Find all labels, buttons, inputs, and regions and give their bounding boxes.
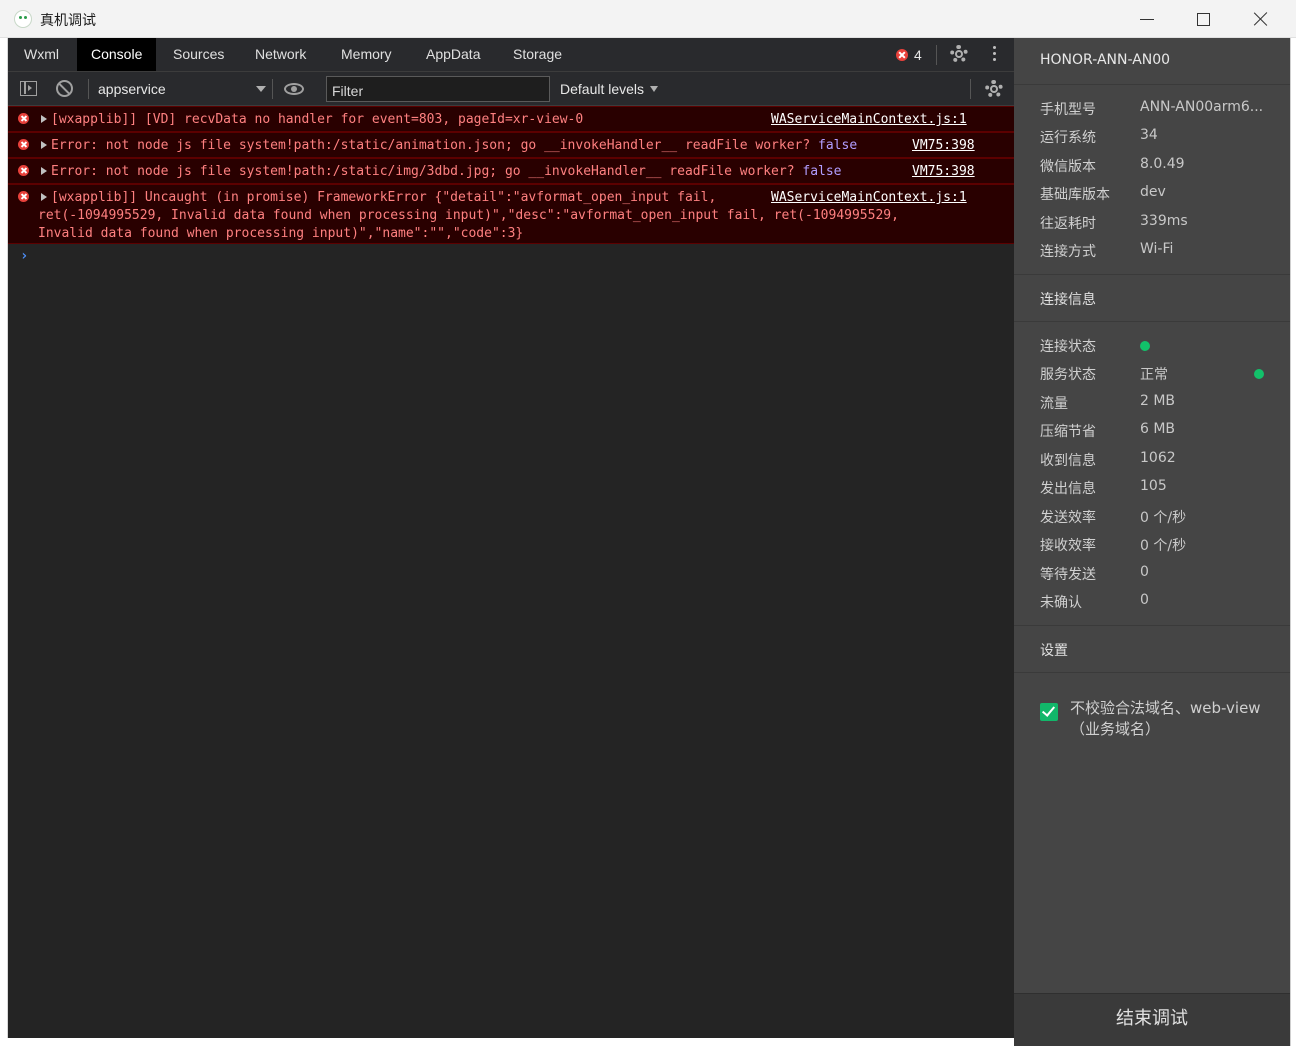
connection-status-dot-icon	[1140, 341, 1150, 351]
conn-row: 等待发送 0	[1040, 564, 1149, 583]
info-row: 手机型号 ANN-AN00arm6...	[1040, 99, 1264, 118]
conn-row: 未确认 0	[1040, 592, 1149, 611]
console-prompt-icon[interactable]: ›	[20, 248, 28, 264]
live-expression-eye-icon[interactable]	[284, 83, 304, 95]
console-error-message[interactable]: Error: not node js file system!path:/sta…	[8, 158, 1014, 184]
expand-triangle-icon[interactable]	[41, 167, 47, 175]
message-text: Error: not node js file system!path:/sta…	[51, 164, 842, 179]
context-value: appservice	[98, 81, 166, 97]
divider	[1014, 672, 1290, 673]
error-count-badge[interactable]: 4	[896, 46, 922, 64]
conn-row: 发送效率 0 个/秒	[1040, 510, 1187, 526]
more-options-icon[interactable]	[993, 46, 997, 64]
source-link[interactable]: WAServiceMainContext.js:1	[771, 189, 967, 207]
title-bar: 真机调试	[0, 0, 1296, 38]
devtools-tab-bar: Wxml Console Sources Network Memory AppD…	[8, 38, 1014, 72]
console-error-message[interactable]: [wxapplib]] Uncaught (in promise) Framew…	[8, 184, 1014, 244]
info-row: 基础库版本 dev	[1040, 184, 1166, 203]
divider	[272, 79, 273, 99]
divider	[88, 79, 89, 99]
device-name: HONOR-ANN-AN00	[1040, 52, 1171, 68]
close-icon	[1253, 11, 1269, 27]
divider	[936, 45, 937, 65]
dropdown-arrow-icon	[256, 86, 266, 92]
close-button[interactable]	[1232, 0, 1290, 38]
divider	[1014, 274, 1290, 275]
divider	[1014, 625, 1290, 626]
tab-sources[interactable]: Sources	[159, 38, 238, 71]
conn-row: 流量 2 MB	[1040, 393, 1176, 412]
message-text: [wxapplib]] Uncaught (in promise) Framew…	[51, 190, 717, 205]
message-text-continued: Invalid data found when processing input…	[38, 226, 524, 241]
minimize-button[interactable]	[1118, 0, 1176, 38]
console-toolbar: appservice Default levels	[8, 72, 1014, 106]
log-levels-label: Default levels	[560, 81, 645, 97]
expand-triangle-icon[interactable]	[41, 193, 47, 201]
console-settings-gear-icon[interactable]	[985, 80, 1003, 98]
source-link[interactable]: VM75:398	[912, 137, 975, 155]
console-error-message[interactable]: Error: not node js file system!path:/sta…	[8, 132, 1014, 158]
tab-memory[interactable]: Memory	[327, 38, 406, 71]
service-status-dot-icon	[1254, 369, 1264, 379]
expand-triangle-icon[interactable]	[41, 115, 47, 123]
window-title: 真机调试	[40, 13, 96, 29]
sidebar-toggle-icon[interactable]	[20, 81, 37, 96]
tab-appdata[interactable]: AppData	[412, 38, 494, 71]
message-text-continued: ret(-1094995529, Invalid data found when…	[38, 208, 899, 223]
console-error-message[interactable]: [wxapplib]] [VD] recvData no handler for…	[8, 106, 1014, 132]
tab-storage[interactable]: Storage	[499, 38, 576, 71]
bottom-border	[0, 1038, 1014, 1046]
end-debug-button[interactable]: 结束调试	[1014, 993, 1290, 1046]
info-row: 运行系统 34	[1040, 127, 1158, 146]
right-edge	[1290, 38, 1296, 1046]
message-text: [wxapplib]] [VD] recvData no handler for…	[51, 112, 584, 127]
console-output[interactable]: [wxapplib]] [VD] recvData no handler for…	[8, 106, 1014, 1038]
maximize-button[interactable]	[1174, 0, 1232, 38]
settings-gear-icon[interactable]	[950, 45, 968, 63]
info-row: 微信版本 8.0.49	[1040, 156, 1185, 175]
conn-row: 服务状态 正常	[1040, 364, 1280, 384]
error-icon	[18, 139, 29, 150]
divider	[1014, 321, 1290, 322]
skip-domain-check-checkbox[interactable]	[1040, 703, 1058, 721]
app-logo-icon	[14, 10, 32, 28]
minimize-icon	[1140, 18, 1154, 20]
filter-input[interactable]	[326, 76, 550, 102]
devtools-pane: Wxml Console Sources Network Memory AppD…	[8, 38, 1014, 1038]
error-count: 4	[914, 47, 922, 63]
maximize-icon	[1196, 12, 1210, 26]
source-link[interactable]: VM75:398	[912, 163, 975, 181]
source-link[interactable]: WAServiceMainContext.js:1	[771, 111, 967, 129]
dropdown-arrow-icon	[650, 86, 659, 92]
tab-console[interactable]: Console	[77, 38, 157, 71]
log-levels-dropdown[interactable]: Default levels	[560, 78, 659, 100]
tab-network[interactable]: Network	[241, 38, 320, 71]
conn-row: 连接状态	[1040, 336, 1280, 356]
skip-domain-check-label[interactable]: 不校验合法域名、web-view（业务域名）	[1070, 698, 1270, 740]
info-row: 连接方式 Wi-Fi	[1040, 241, 1174, 260]
divider	[1014, 84, 1290, 85]
conn-row: 收到信息 1062	[1040, 450, 1176, 469]
divider	[970, 79, 971, 99]
conn-row: 压缩节省 6 MB	[1040, 421, 1176, 440]
context-select[interactable]: appservice	[98, 78, 266, 100]
error-icon	[18, 165, 29, 176]
device-info-panel: HONOR-ANN-AN00 手机型号 ANN-AN00arm6... 运行系统 3…	[1014, 38, 1290, 1046]
clear-console-icon[interactable]	[56, 80, 73, 97]
conn-row: 接收效率 0 个/秒	[1040, 538, 1187, 554]
error-icon	[18, 113, 29, 124]
error-icon	[18, 191, 29, 202]
expand-triangle-icon[interactable]	[41, 141, 47, 149]
info-row: 往返耗时 339ms	[1040, 213, 1188, 232]
message-text: Error: not node js file system!path:/sta…	[51, 138, 858, 153]
conn-row: 发出信息 105	[1040, 478, 1167, 497]
settings-section-title: 设置	[1040, 643, 1068, 659]
error-icon	[896, 49, 908, 61]
tab-wxml[interactable]: Wxml	[10, 38, 73, 71]
connection-section-title: 连接信息	[1040, 292, 1096, 308]
left-border	[0, 38, 8, 1046]
